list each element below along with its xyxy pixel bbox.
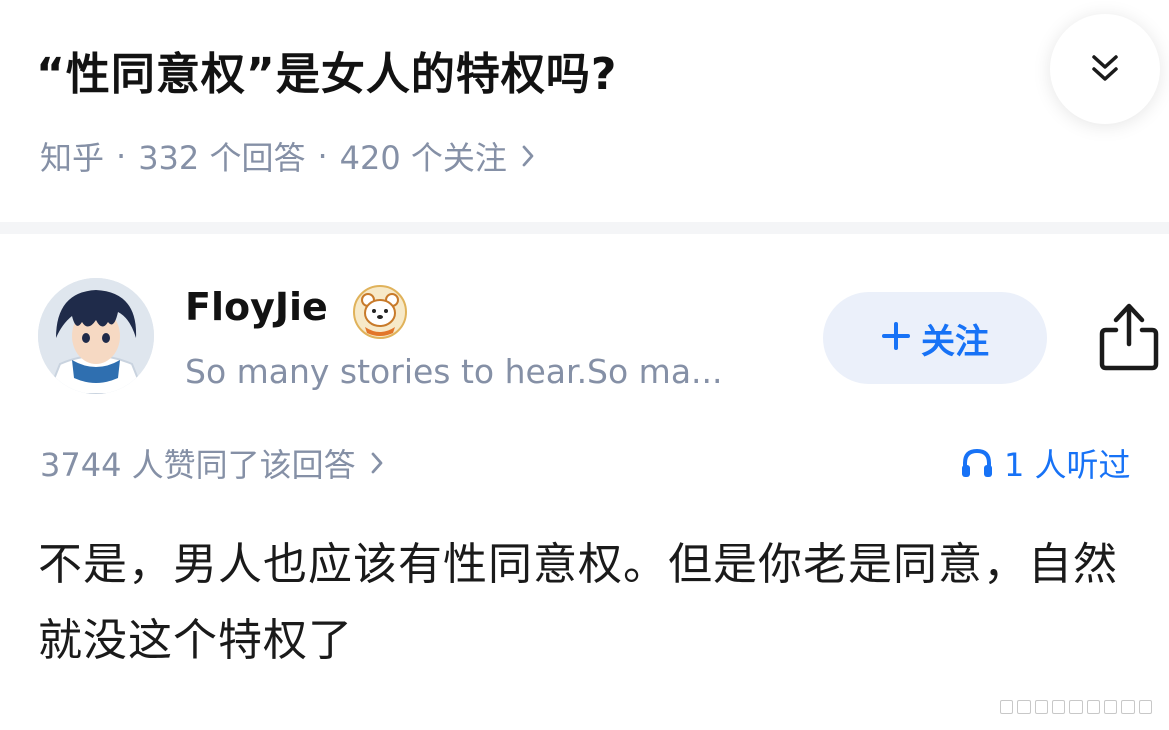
- chevron-right-icon: [370, 451, 384, 475]
- author-bio: So many stories to hear.So ma...: [185, 352, 723, 391]
- author-avatar[interactable]: [38, 278, 154, 394]
- indicator-dot: [1121, 700, 1135, 714]
- source-label: 知乎: [40, 139, 105, 177]
- follow-button[interactable]: 关注: [823, 292, 1047, 384]
- question-header: “性同意权”是女人的特权吗? 知乎 · 332 个回答 · 420 个关注: [0, 0, 1169, 222]
- listen-count-text: 1 人听过: [1004, 446, 1131, 484]
- author-name[interactable]: FloyJie: [185, 285, 328, 329]
- indicator-dot: [1051, 700, 1066, 714]
- chevron-right-icon: [521, 144, 535, 168]
- answer-content: 不是，男人也应该有性同意权。但是你老是同意，自然就没这个特权了: [38, 539, 1118, 666]
- bear-badge-icon: [353, 285, 407, 339]
- section-divider: [0, 222, 1169, 234]
- question-title[interactable]: “性同意权”是女人的特权吗?: [36, 38, 617, 102]
- followers-count: 420 个关注: [339, 139, 507, 177]
- answers-count: 332 个回答: [138, 139, 306, 177]
- indicator-dot: [1086, 700, 1100, 714]
- indicator-dot: [1000, 700, 1014, 714]
- headphones-icon: [960, 447, 994, 479]
- plus-icon: [881, 315, 911, 361]
- listen-count[interactable]: 1 人听过: [960, 440, 1131, 486]
- indicator-dot: [1069, 700, 1083, 714]
- meta-separator: ·: [116, 137, 127, 175]
- question-meta[interactable]: 知乎 · 332 个回答 · 420 个关注: [40, 133, 535, 179]
- indicator-dot: [1034, 700, 1048, 714]
- share-icon[interactable]: [1098, 300, 1160, 372]
- double-chevron-down-icon: [1092, 55, 1118, 81]
- vote-count-text: 3744 人赞同了该回答: [40, 446, 356, 484]
- watermark-dots: [1000, 700, 1152, 714]
- indicator-dot: [1103, 700, 1118, 714]
- vote-count-link[interactable]: 3744 人赞同了该回答: [40, 440, 384, 486]
- indicator-dot: [1138, 700, 1152, 714]
- indicator-dot: [1017, 700, 1031, 714]
- follow-label: 关注: [921, 321, 989, 362]
- collapse-button[interactable]: [1050, 14, 1160, 124]
- meta-separator: ·: [317, 137, 328, 175]
